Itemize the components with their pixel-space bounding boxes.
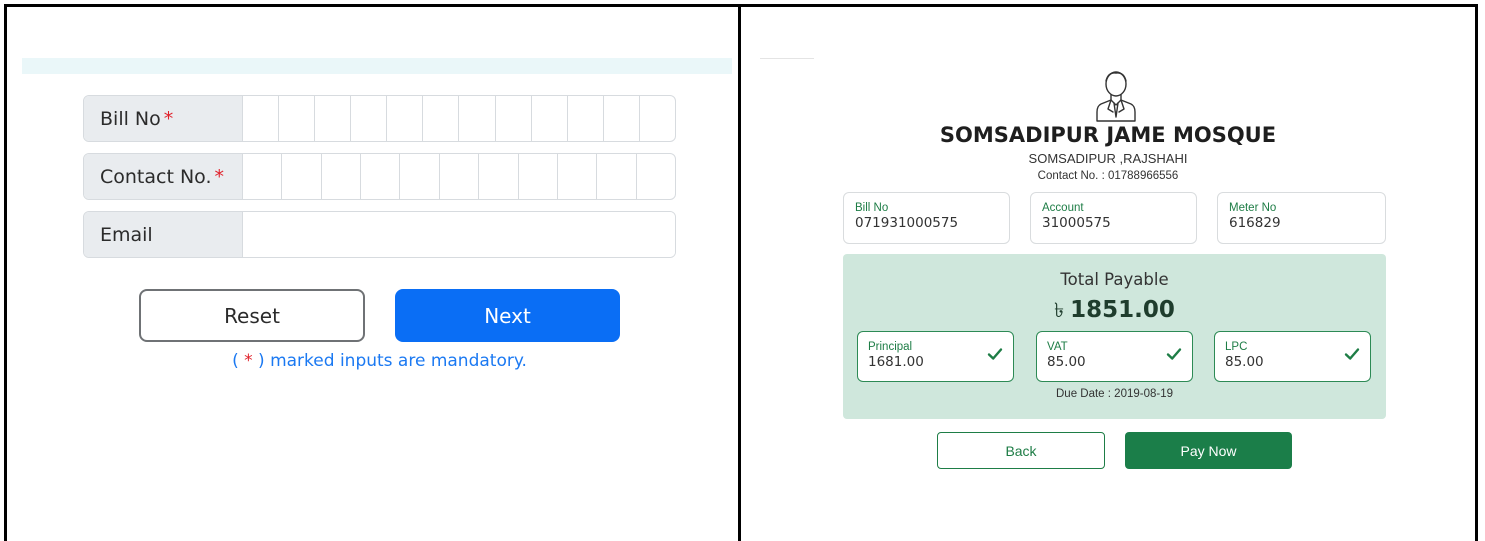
- info-label: Bill No: [855, 202, 889, 214]
- digit-box[interactable]: [400, 154, 440, 199]
- organization-address: SOMSADIPUR ,RAJSHAHI: [1028, 151, 1188, 166]
- note-suffix: ) marked inputs are mandatory.: [252, 351, 527, 371]
- digit-box[interactable]: [640, 96, 675, 141]
- check-icon: [1344, 348, 1360, 360]
- note-star: *: [244, 351, 253, 371]
- account-info: Account 31000575: [1030, 192, 1197, 244]
- info-value: 31000575: [1042, 215, 1111, 231]
- vat-box: VAT 85.00: [1036, 331, 1193, 382]
- digit-box[interactable]: [423, 96, 460, 141]
- total-payable-panel: Total Payable ৳ 1851.00 Principal 1681.00…: [843, 254, 1386, 419]
- back-button[interactable]: Back: [937, 432, 1105, 469]
- mandatory-note: ( * ) marked inputs are mandatory.: [83, 351, 676, 371]
- total-payable-label: Total Payable: [1060, 270, 1169, 289]
- bill-no-label: Bill No *: [84, 96, 243, 141]
- digit-box[interactable]: [315, 96, 352, 141]
- bill-no-digit-inputs[interactable]: [243, 96, 675, 141]
- check-icon: [987, 348, 1003, 360]
- digit-box[interactable]: [597, 154, 637, 199]
- digit-box[interactable]: [558, 154, 598, 199]
- digit-box[interactable]: [604, 96, 640, 141]
- meter-no-info: Meter No 616829: [1217, 192, 1386, 244]
- info-value: 071931000575: [855, 215, 959, 231]
- currency-symbol: ৳: [1054, 298, 1065, 322]
- email-label: Email: [84, 212, 243, 257]
- digit-box[interactable]: [351, 96, 388, 141]
- principal-box: Principal 1681.00: [857, 331, 1014, 382]
- required-mark: *: [214, 165, 225, 188]
- email-field[interactable]: [243, 212, 675, 257]
- digit-box[interactable]: [637, 154, 675, 199]
- info-label: Account: [1042, 202, 1084, 214]
- total-payable-amount: ৳ 1851.00: [843, 296, 1386, 329]
- digit-box[interactable]: [479, 154, 519, 199]
- digit-box[interactable]: [243, 96, 280, 141]
- digit-box[interactable]: [282, 154, 322, 199]
- lpc-box: LPC 85.00: [1214, 331, 1371, 382]
- organization-contact: Contact No. : 01788966556: [1037, 170, 1179, 182]
- email-row: Email: [83, 211, 676, 258]
- header-strip: [22, 58, 732, 74]
- contact-no-row: Contact No. *: [83, 153, 676, 200]
- payment-summary-panel: SOMSADIPUR JAME MOSQUE SOMSADIPUR ,RAJSH…: [741, 7, 1475, 541]
- pay-now-button[interactable]: Pay Now: [1125, 432, 1292, 469]
- bill-no-label-text: Bill No: [100, 107, 161, 130]
- digit-box[interactable]: [440, 154, 480, 199]
- contact-no-digit-inputs[interactable]: [243, 154, 675, 199]
- due-date: Due Date : 2019-08-19: [1056, 388, 1173, 400]
- note-prefix: (: [232, 351, 245, 371]
- contact-no-label: Contact No. *: [84, 154, 243, 199]
- digit-box[interactable]: [459, 96, 496, 141]
- bill-no-row: Bill No *: [83, 95, 676, 142]
- reset-button[interactable]: Reset: [139, 289, 365, 342]
- digit-box[interactable]: [496, 96, 532, 141]
- info-value: 616829: [1229, 215, 1281, 231]
- required-mark: *: [163, 107, 174, 130]
- organization-name: SOMSADIPUR JAME MOSQUE: [939, 123, 1277, 147]
- digit-box[interactable]: [532, 96, 568, 141]
- next-button[interactable]: Next: [395, 289, 620, 342]
- bill-form-panel: Bill No * Contact No. * Email Reset Next…: [7, 7, 738, 541]
- digit-box[interactable]: [322, 154, 362, 199]
- digit-box[interactable]: [361, 154, 401, 199]
- email-label-text: Email: [100, 223, 153, 246]
- total-amount-value: 1851.00: [1070, 297, 1175, 323]
- digit-box[interactable]: [243, 154, 283, 199]
- contact-no-label-text: Contact No.: [100, 165, 212, 188]
- info-label: Meter No: [1229, 202, 1277, 214]
- digit-box[interactable]: [387, 96, 424, 141]
- bill-no-info: Bill No 071931000575: [843, 192, 1010, 244]
- header-line: [760, 58, 814, 59]
- check-icon: [1166, 348, 1182, 360]
- businessman-icon: [1096, 71, 1136, 122]
- digit-box[interactable]: [519, 154, 558, 199]
- digit-box[interactable]: [279, 96, 316, 141]
- digit-box[interactable]: [568, 96, 604, 141]
